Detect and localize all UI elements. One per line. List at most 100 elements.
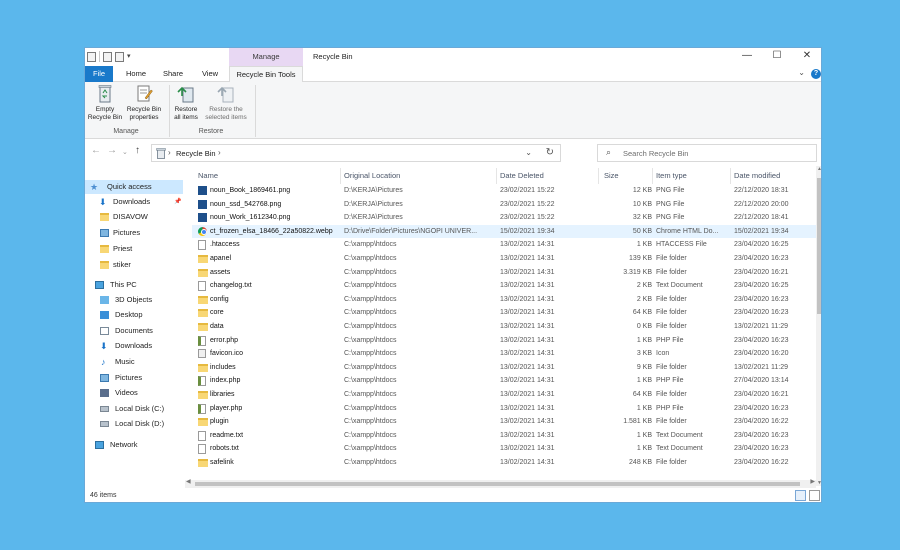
date-deleted: 13/02/2021 14:31 [500,377,555,385]
sidebar-item-quick-access[interactable]: ★ Quick access [85,180,183,194]
original-location: C:\xampp\htdocs [344,431,397,439]
date-modified: 23/04/2020 16:25 [734,241,789,249]
table-row[interactable]: data C:\xampp\htdocs 13/02/2021 14:31 0 KB F… [192,320,816,334]
file-name: assets [210,268,231,276]
properties-icon[interactable] [87,51,96,62]
original-location: C:\xampp\htdocs [344,268,397,276]
table-row[interactable]: config C:\xampp\htdocs 13/02/2021 14:31 2 K… [192,293,816,307]
table-row[interactable]: core C:\xampp\htdocs 13/02/2021 14:31 64 KB… [192,306,816,320]
breadcrumb-chevron-icon[interactable]: › [218,148,221,157]
recycle-bin-properties-button[interactable]: Recycle Bin properties [123,84,165,122]
breadcrumb[interactable]: Recycle Bin [176,149,216,158]
drive-icon [100,421,109,427]
customize-toolbar-icon[interactable]: ▾ [127,52,135,62]
address-bar[interactable]: › Recycle Bin › ⌄ ↻ [151,144,561,162]
details-view-icon[interactable] [795,490,806,501]
date-deleted: 13/02/2021 14:31 [500,418,555,426]
table-row[interactable]: player.php C:\xampp\htdocs 13/02/2021 14:3… [192,402,816,416]
recent-locations-icon[interactable]: ⌄ [122,148,128,156]
item-type: File folder [656,459,687,466]
chrome-file-icon [198,226,207,236]
file-size: 64 KB [632,309,652,317]
vertical-scroll-thumb[interactable] [817,178,821,314]
table-row[interactable]: noun_Work_1612340.png D:\KERJA\Pictures 23… [192,211,816,225]
horizontal-scroll-thumb[interactable] [195,482,800,486]
tab-view[interactable]: View [193,66,227,82]
file-name: includes [210,363,236,371]
original-location: D:\KERJA\Pictures [344,214,403,222]
tab-home[interactable]: Home [119,66,153,82]
pin-icon[interactable]: 📌 [174,195,181,209]
vertical-scrollbar[interactable]: ▲ ▼ [816,166,821,486]
table-row[interactable]: apanel C:\xampp\htdocs 13/02/2021 14:31 139… [192,252,816,266]
folder-icon [100,213,109,221]
column-header-original-location[interactable]: Original Location [344,171,400,180]
column-divider[interactable] [652,168,653,184]
table-row[interactable]: .htaccess C:\xampp\htdocs 13/02/2021 14:31… [192,238,816,252]
scroll-up-icon[interactable]: ▲ [816,166,821,172]
tab-share[interactable]: Share [157,66,189,82]
table-row[interactable]: includes C:\xampp\htdocs 13/02/2021 14:31 9… [192,361,816,375]
close-button[interactable]: ✕ [792,48,821,64]
up-arrow-icon[interactable]: ↑ [135,145,140,156]
column-divider[interactable] [730,168,731,184]
table-row[interactable]: libraries C:\xampp\htdocs 13/02/2021 14:31… [192,388,816,402]
file-size: 1 KB [636,431,652,439]
column-header-date-modified[interactable]: Date modified [734,171,780,180]
large-icons-view-icon[interactable] [809,490,820,501]
empty-recycle-bin-button[interactable]: Empty Recycle Bin [87,84,123,122]
column-divider[interactable] [496,168,497,184]
table-row[interactable]: safelink C:\xampp\htdocs 13/02/2021 14:31 2… [192,456,816,470]
tab-file[interactable]: File [85,66,113,82]
table-row[interactable]: noun_Book_1869461.png D:\KERJA\Pictures 23… [192,184,816,198]
horizontal-scrollbar[interactable]: ◀ ▶ [185,478,816,488]
tab-recycle-bin-tools[interactable]: Recycle Bin Tools [229,66,303,83]
table-row[interactable]: error.php C:\xampp\htdocs 13/02/2021 14:31… [192,334,816,348]
new-folder-icon[interactable] [103,51,112,62]
chevron-down-icon[interactable]: ⌄ [798,68,805,77]
folder-file-icon [198,391,208,399]
refresh-icon[interactable]: ↻ [546,147,554,158]
date-modified: 13/02/2021 11:29 [734,363,788,371]
file-name: safelink [210,459,234,466]
forward-arrow-icon[interactable]: → [107,145,117,156]
table-row[interactable]: changelog.txt C:\xampp\htdocs 13/02/2021 1… [192,279,816,293]
column-header-item-type[interactable]: Item type [656,171,687,180]
back-arrow-icon[interactable]: ← [91,145,101,156]
restore-selected-items-button[interactable]: Restore the selected items [201,84,251,122]
search-placeholder: Search Recycle Bin [623,149,689,158]
table-row[interactable]: index.php C:\xampp\htdocs 13/02/2021 14:31… [192,374,816,388]
table-row[interactable]: noun_ssd_542768.png D:\KERJA\Pictures 23/0… [192,198,816,212]
scroll-right-icon[interactable]: ▶ [810,478,815,485]
address-dropdown-icon[interactable]: ⌄ [525,148,532,157]
table-row[interactable]: assets C:\xampp\htdocs 13/02/2021 14:31 3.3… [192,266,816,280]
table-row[interactable]: readme.txt C:\xampp\htdocs 13/02/2021 14:3… [192,429,816,443]
maximize-button[interactable]: ☐ [762,48,792,64]
original-location: C:\xampp\htdocs [344,241,397,249]
column-header-name[interactable]: Name [198,171,218,180]
minimize-button[interactable]: — [732,48,762,64]
column-divider[interactable] [340,168,341,184]
table-row[interactable]: ct_frozen_elsa_18466_22a50822.webp D:\Dri… [192,224,816,239]
original-location: C:\xampp\htdocs [344,418,397,426]
column-divider[interactable] [598,168,599,184]
file-name: .htaccess [210,241,240,249]
scroll-down-icon[interactable]: ▼ [816,480,821,486]
save-icon[interactable] [115,51,124,62]
date-deleted: 13/02/2021 14:31 [500,404,555,412]
table-row[interactable]: favicon.ico C:\xampp\htdocs 13/02/2021 14:… [192,347,816,361]
date-modified: 23/04/2020 16:25 [734,282,789,290]
ribbon-tabs: File Home Share View Recycle Bin Tools ⌄… [85,66,821,83]
file-name: noun_ssd_542768.png [210,200,282,208]
restore-all-label-1: Restore [174,106,198,113]
scroll-left-icon[interactable]: ◀ [186,478,191,485]
column-header-date-deleted[interactable]: Date Deleted [500,171,544,180]
column-header-size[interactable]: Size [604,171,619,180]
restore-all-items-button[interactable]: Restore all items [171,84,201,122]
help-icon[interactable]: ? [811,69,821,79]
file-size: 3 KB [636,350,652,358]
title-bar: ▾ Manage Recycle Bin — ☐ ✕ [85,48,821,66]
table-row[interactable]: robots.txt C:\xampp\htdocs 13/02/2021 14:3… [192,442,816,456]
table-row[interactable]: plugin C:\xampp\htdocs 13/02/2021 14:31 1.5… [192,415,816,429]
search-box[interactable]: ⌕ Search Recycle Bin [597,144,817,162]
